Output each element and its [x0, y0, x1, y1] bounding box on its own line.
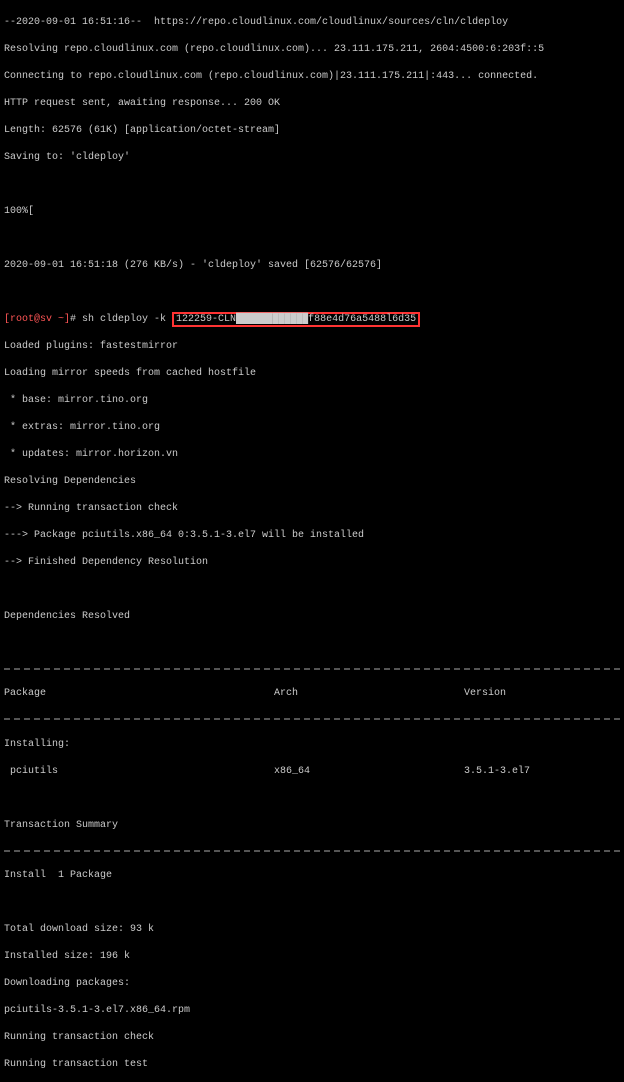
cell-arch: x86_64 [274, 765, 464, 779]
license-key-highlight: 122259-CLN████████████f88e4d76a5488l6d35 [172, 312, 420, 327]
blank [4, 792, 620, 806]
col-arch: Arch [274, 687, 464, 701]
prompt-cmd: sh cldeploy -k [82, 314, 172, 325]
wget-line: --2020-09-01 16:51:16-- https://repo.clo… [4, 16, 620, 30]
mirror-line: Loading mirror speeds from cached hostfi… [4, 367, 620, 381]
blank [4, 637, 620, 651]
divider [4, 668, 620, 670]
http-line: HTTP request sent, awaiting response... … [4, 97, 620, 111]
saved-line: 2020-09-01 16:51:18 (276 KB/s) - 'cldepl… [4, 259, 620, 273]
col-version: Version [464, 687, 620, 701]
run-test: Running transaction test [4, 1058, 620, 1072]
run-check: Running transaction check [4, 1031, 620, 1045]
inst-size: Installed size: 196 k [4, 950, 620, 964]
mirror-base: * base: mirror.tino.org [4, 394, 620, 408]
table-header: Package Arch Version [4, 687, 620, 701]
blank [4, 232, 620, 246]
cell-version: 3.5.1-3.el7 [464, 765, 620, 779]
pkg-install-line: ---> Package pciutils.x86_64 0:3.5.1-3.e… [4, 529, 620, 543]
saving-line: Saving to: 'cldeploy' [4, 151, 620, 165]
cell-package: pciutils [4, 765, 274, 779]
rpm-file: pciutils-3.5.1-3.el7.x86_64.rpm [4, 1004, 620, 1018]
progress-line: 100%[ [4, 205, 620, 219]
terminal-output: --2020-09-01 16:51:16-- https://repo.clo… [0, 0, 624, 1082]
trans-check: --> Running transaction check [4, 502, 620, 516]
dep-resolved: Dependencies Resolved [4, 610, 620, 624]
prompt-hash: # [70, 314, 82, 325]
dep-finished: --> Finished Dependency Resolution [4, 556, 620, 570]
resolve-deps: Resolving Dependencies [4, 475, 620, 489]
col-package: Package [4, 687, 274, 701]
mirror-extras: * extras: mirror.tino.org [4, 421, 620, 435]
divider [4, 718, 620, 720]
dl-size: Total download size: 93 k [4, 923, 620, 937]
connect-line: Connecting to repo.cloudlinux.com (repo.… [4, 70, 620, 84]
resolve-line: Resolving repo.cloudlinux.com (repo.clou… [4, 43, 620, 57]
installing-label: Installing: [4, 738, 620, 752]
blank [4, 286, 620, 300]
prompt-line[interactable]: [root@sv ~]# sh cldeploy -k 122259-CLN██… [4, 313, 620, 327]
transaction-summary: Transaction Summary [4, 819, 620, 833]
blank [4, 178, 620, 192]
table-row: pciutils x86_64 3.5.1-3.el7 [4, 765, 620, 779]
downloading: Downloading packages: [4, 977, 620, 991]
blank [4, 896, 620, 910]
divider [4, 850, 620, 852]
prompt-userhost: [root@sv ~] [4, 314, 70, 325]
install-count: Install 1 Package [4, 869, 620, 883]
plugins-line: Loaded plugins: fastestmirror [4, 340, 620, 354]
mirror-updates: * updates: mirror.horizon.vn [4, 448, 620, 462]
blank [4, 583, 620, 597]
length-line: Length: 62576 (61K) [application/octet-s… [4, 124, 620, 138]
